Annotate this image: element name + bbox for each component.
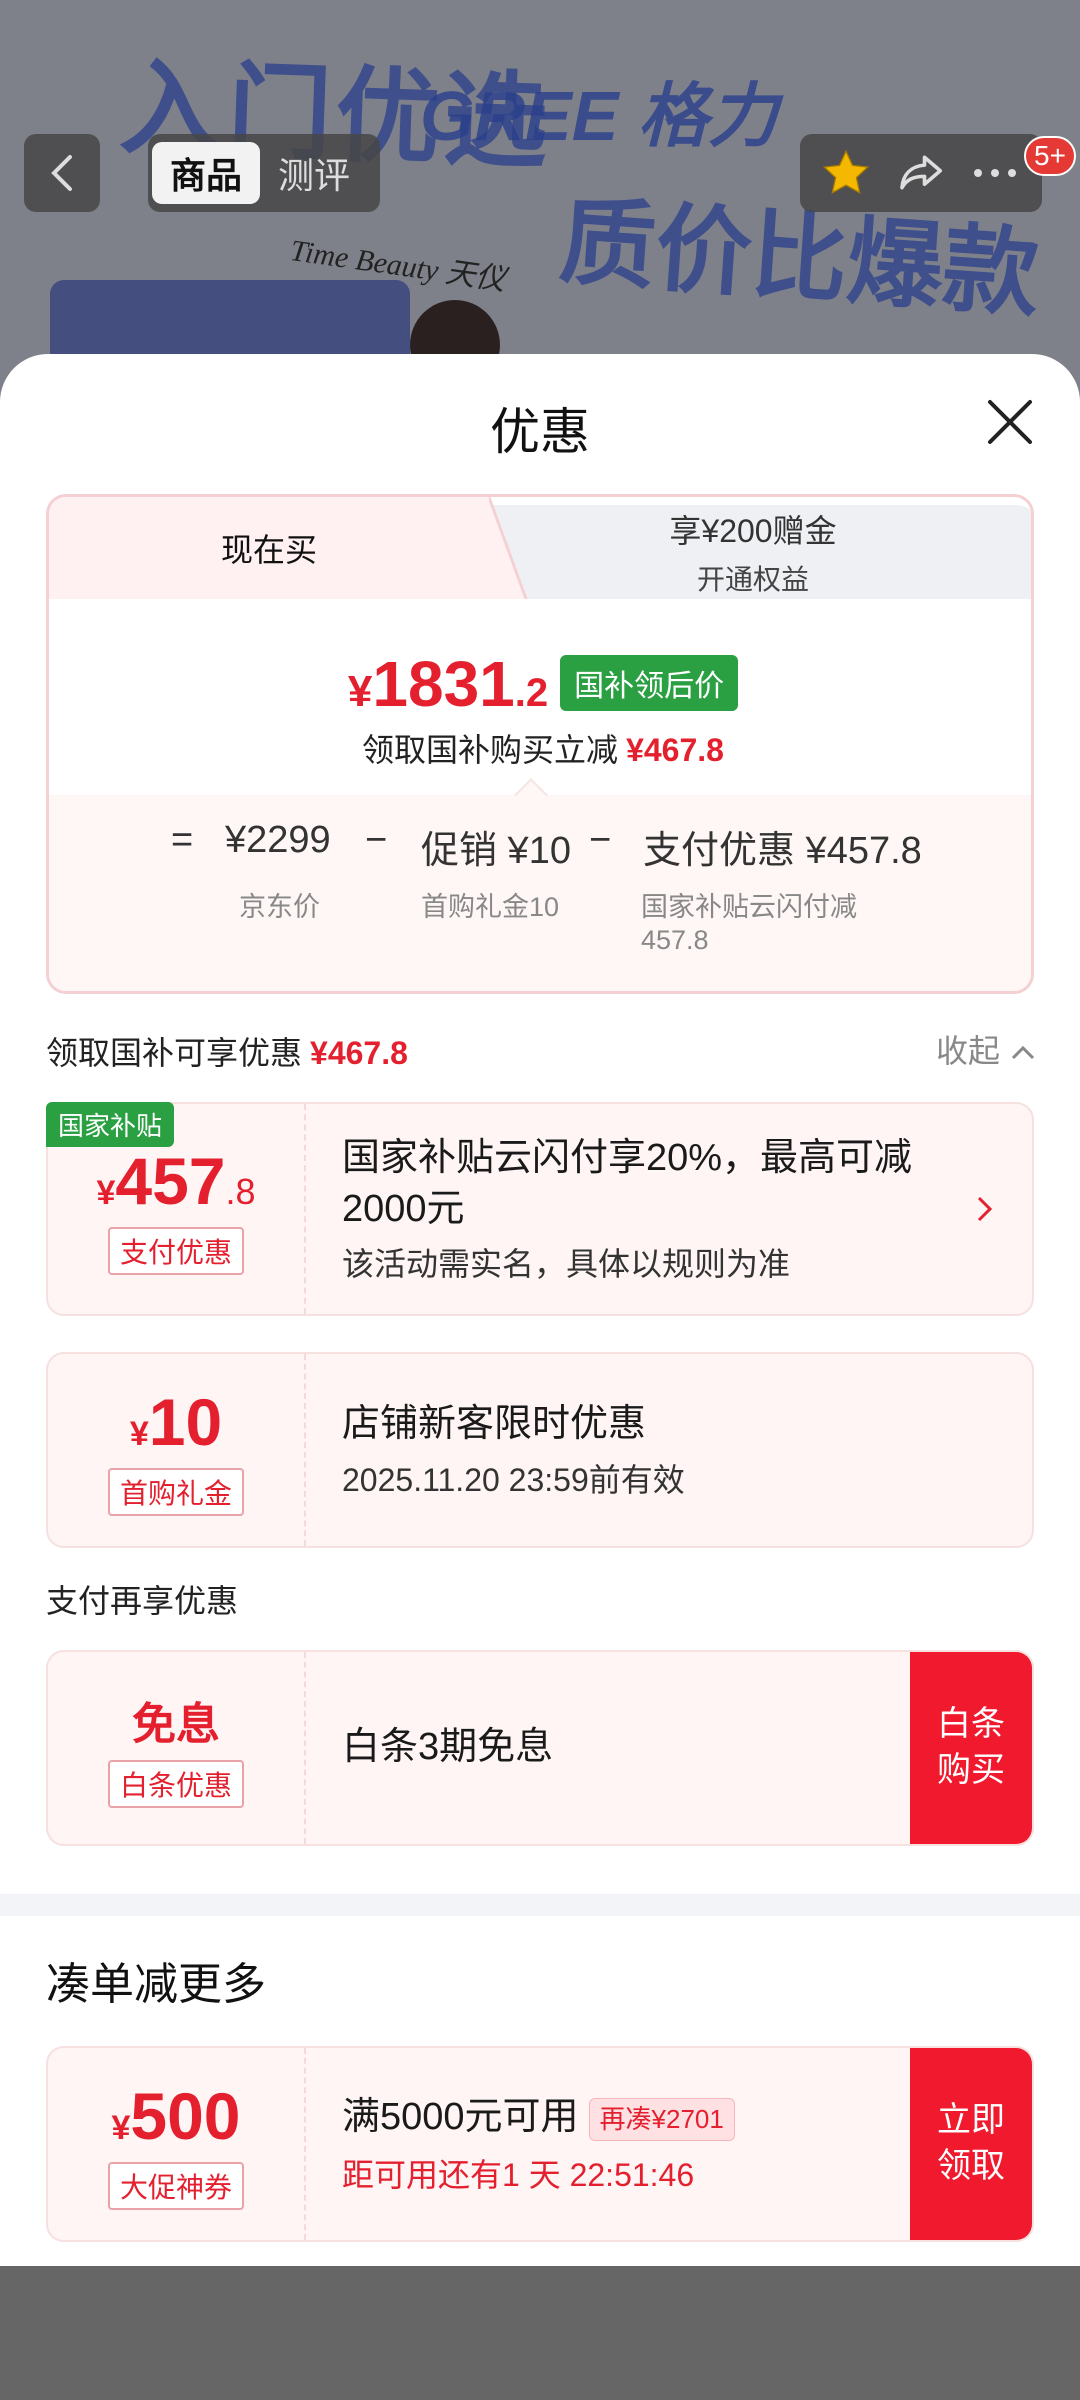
discount-sheet: 优惠 享¥200赠金 开通权益 现在买 ¥1831.2 国补领后价 领取国补购买…	[0, 354, 1080, 2266]
tab-vip-benefits[interactable]: 享¥200赠金 开通权益	[469, 505, 1031, 599]
claim-coupon-button[interactable]: 立即 领取	[910, 2048, 1032, 2240]
coupon-type-tag: 首购礼金	[107, 1468, 244, 1516]
coupon-title: 店铺新客限时优惠	[342, 1403, 647, 1446]
coupon-value: ¥10 首购礼金	[48, 1354, 306, 1546]
coupon-amount: ¥10	[129, 1385, 223, 1459]
chevron-up-icon	[1011, 1045, 1034, 1060]
more-deals-title: 凑单减更多	[46, 1960, 266, 2009]
national-subsidy-corner-tag: 国家补贴	[46, 1102, 175, 1147]
payment-discount-label: 国家补贴云闪付减	[641, 892, 857, 922]
top-actions	[800, 134, 1042, 212]
star-icon[interactable]	[820, 147, 872, 199]
subsidy-price-pill: 国补领后价	[560, 655, 739, 711]
payment-discount: 支付优惠 ¥457.8	[643, 830, 922, 872]
coupon-info: 满5000元可用 再凑¥2701 距可用还有1 天 22:51:46	[342, 2048, 972, 2240]
minus-sign: −	[365, 819, 388, 861]
original-price-label: 京东价	[239, 892, 320, 922]
final-price-row: ¥1831.2 国补领后价	[49, 647, 1031, 721]
saving-amount: ¥467.8	[626, 732, 724, 768]
coupon-national-subsidy[interactable]: ¥457.8 支付优惠 国家补贴云闪付享20%，最高可减2000元 该活动需实名…	[46, 1102, 1034, 1316]
back-arrow-icon	[51, 155, 72, 191]
coupon-type-tag: 大促神券	[107, 2162, 244, 2210]
tab-product[interactable]: 商品	[152, 142, 261, 204]
minus-sign-2: −	[589, 819, 612, 861]
price-card: 享¥200赠金 开通权益 现在买 ¥1831.2 国补领后价 领取国补购买立减 ¥…	[46, 494, 1034, 994]
more-icon[interactable]	[968, 163, 1022, 183]
coupon-info: 白条3期免息	[342, 1652, 972, 1844]
promo-label: 首购礼金10	[421, 892, 560, 922]
coupon-expiry: 2025.11.20 23:59前有效	[342, 1461, 685, 1498]
vip-tab-title: 享¥200赠金	[669, 513, 837, 549]
final-price: ¥1831.2	[347, 648, 549, 720]
coupon-title: 白条3期免息	[342, 1726, 554, 1769]
coupon-amount: ¥500	[111, 2079, 241, 2153]
coupon-countdown: 距可用还有1 天 22:51:46	[342, 2156, 695, 2193]
share-icon[interactable]	[893, 146, 947, 200]
coupon-type-tag: 支付优惠	[107, 1227, 244, 1275]
coupon-value: 免息 白条优惠	[48, 1652, 306, 1844]
coupon-big-promo: ¥500 大促神券 满5000元可用 再凑¥2701 距可用还有1 天 22:51…	[46, 2046, 1034, 2242]
chevron-right-icon	[977, 1196, 993, 1222]
add-more-tag: 再凑¥2701	[588, 2097, 735, 2141]
tab-buy-now[interactable]: 现在买	[49, 497, 489, 599]
coupon-amount: ¥457.8	[96, 1144, 256, 1218]
close-icon[interactable]	[982, 394, 1038, 450]
vip-tab-sub: 开通权益	[696, 564, 809, 595]
original-price: ¥2299	[225, 819, 331, 861]
subsidy-section-title: 领取国补可享优惠 ¥467.8	[46, 1035, 408, 1071]
coupon-value: ¥500 大促神券	[48, 2048, 306, 2240]
coupon-baitiao: 免息 白条优惠 白条3期免息 白条 购买	[46, 1650, 1034, 1846]
coupon-condition: 满5000元可用 再凑¥2701	[342, 2092, 972, 2143]
coupon-title: 国家补贴云闪付享20%，最高可减2000元	[342, 1136, 913, 1230]
sheet-title: 优惠	[490, 404, 590, 460]
payment-section-title: 支付再享优惠	[46, 1583, 239, 1619]
coupon-info: 店铺新客限时优惠 2025.11.20 23:59前有效	[342, 1354, 972, 1546]
coupon-desc: 该活动需实名，具体以规则为准	[342, 1246, 791, 1283]
section-divider	[0, 1894, 1080, 1916]
payment-discount-label-2: 457.8	[641, 925, 709, 955]
equals-sign: =	[171, 819, 194, 861]
coupon-type-tag: 白条优惠	[107, 1760, 244, 1808]
promo-amount: 促销 ¥10	[421, 830, 571, 872]
back-button[interactable]	[24, 134, 100, 212]
tab-review[interactable]: 测评	[260, 142, 368, 204]
coupon-first-purchase[interactable]: ¥10 首购礼金 店铺新客限时优惠 2025.11.20 23:59前有效	[46, 1352, 1034, 1548]
collapse-button[interactable]: 收起	[936, 1026, 1037, 1072]
coupon-amount: 免息	[132, 1700, 220, 1749]
message-badge: 5+	[1024, 136, 1076, 176]
baitiao-buy-button[interactable]: 白条 购买	[910, 1652, 1032, 1844]
price-subtitle: 领取国补购买立减 ¥467.8	[362, 732, 724, 768]
coupon-info: 国家补贴云闪付享20%，最高可减2000元 该活动需实名，具体以规则为准	[342, 1104, 972, 1314]
brand-logo: GREE 格力	[420, 77, 778, 155]
price-breakdown: = ¥2299 − 促销 ¥10 − 支付优惠 ¥457.8 京东价 首购礼金1…	[49, 795, 1031, 991]
product-tab-switch: 商品 测评	[148, 134, 380, 212]
